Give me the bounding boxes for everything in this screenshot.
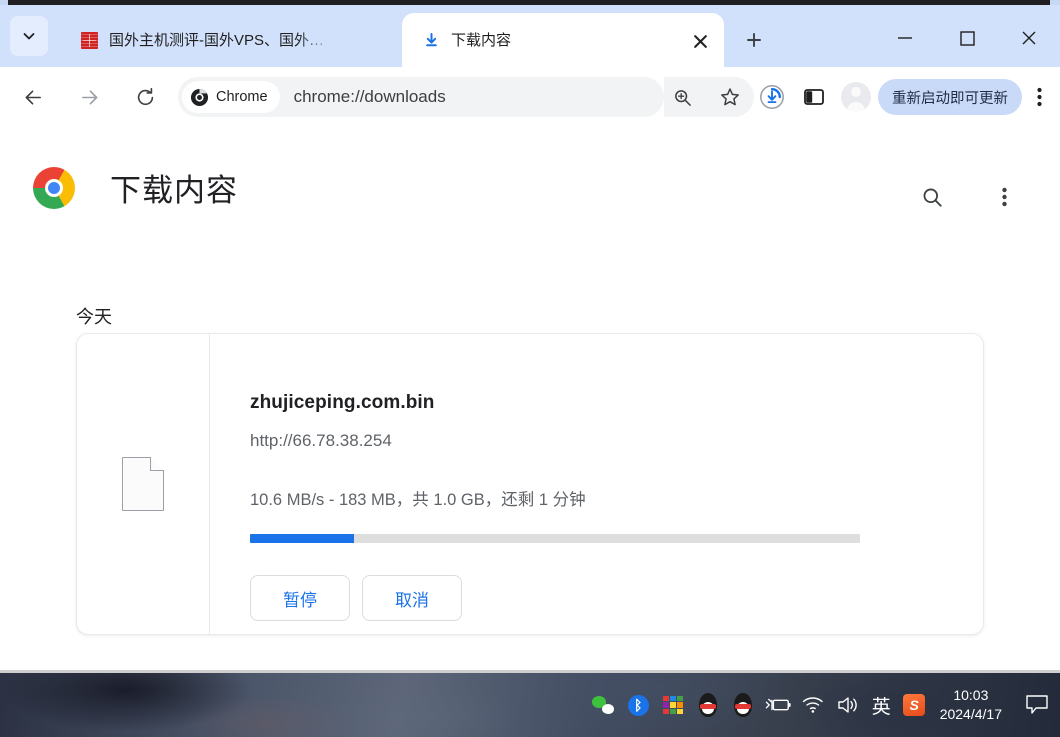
tab-title: 下载内容 xyxy=(451,31,512,49)
three-dot-menu-icon xyxy=(1036,87,1042,107)
cancel-button[interactable]: 取消 xyxy=(362,575,462,621)
search-downloads-button[interactable] xyxy=(910,175,954,219)
download-details: zhujiceping.com.bin http://66.78.38.254 … xyxy=(210,334,983,634)
system-tray: ᛒ 英 S 10:03 2024/4/17 xyxy=(586,673,1060,737)
three-dot-menu-icon xyxy=(1001,187,1007,207)
zoom-in-icon xyxy=(674,89,691,106)
download-actions: 暂停 取消 xyxy=(250,575,983,621)
bluetooth-icon[interactable]: ᛒ xyxy=(621,673,656,737)
reload-icon xyxy=(137,87,153,105)
star-icon xyxy=(721,88,739,106)
download-file-icon-column xyxy=(77,334,210,634)
qq-icon[interactable] xyxy=(691,673,726,737)
chrome-chip[interactable]: Chrome xyxy=(182,81,280,113)
omnibox-actions xyxy=(664,77,754,117)
taskbar-clock[interactable]: 10:03 2024/4/17 xyxy=(932,686,1014,724)
url-text: chrome://downloads xyxy=(293,87,446,106)
battery-icon[interactable] xyxy=(761,673,796,737)
side-panel-button[interactable] xyxy=(794,77,834,117)
maximize-button[interactable] xyxy=(936,10,998,66)
downloads-button[interactable] xyxy=(752,77,792,117)
address-bar[interactable]: Chrome chrome://downloads xyxy=(178,77,664,117)
page-title: 下载内容 xyxy=(110,173,238,208)
download-source-url[interactable]: http://66.78.38.254 xyxy=(250,431,983,451)
plus-icon xyxy=(747,33,761,47)
date-group-label: 今天 xyxy=(76,307,112,327)
download-file-name: zhujiceping.com.bin xyxy=(250,392,435,413)
back-button[interactable] xyxy=(13,77,53,117)
toolbar-right-actions: 重新启动即可更新 xyxy=(752,73,1054,121)
download-status-text: 10.6 MB/s - 183 MB，共 1.0 GB，还剩 1 分钟 xyxy=(250,491,586,509)
downloads-tray-icon xyxy=(760,85,784,109)
color-grid-icon[interactable] xyxy=(656,673,691,737)
chrome-icon xyxy=(190,88,209,106)
tab-search-button[interactable] xyxy=(10,16,48,56)
volume-icon xyxy=(838,697,857,713)
tab-strip: 国外主机测评-国外VPS、国外… 下载内容 xyxy=(0,5,1060,67)
downloads-page: 下载内容 今天 zhujiceping.com zhujiceping.com. xyxy=(0,127,1060,670)
tab-title: 国外主机测评-国外VPS、国外… xyxy=(109,31,325,49)
wifi-icon[interactable] xyxy=(796,673,831,737)
download-progress-fill xyxy=(250,534,354,543)
update-button[interactable]: 重新启动即可更新 xyxy=(878,79,1022,115)
close-window-button[interactable] xyxy=(998,10,1060,66)
battery-charging-icon xyxy=(765,698,791,711)
windows-taskbar: ᛒ 英 S 10:03 2024/4/17 xyxy=(0,670,1060,737)
zoom-button[interactable] xyxy=(664,79,700,115)
generic-file-icon xyxy=(122,457,164,511)
profile-button[interactable] xyxy=(836,77,876,117)
pause-button[interactable]: 暂停 xyxy=(250,575,350,621)
forward-arrow-icon xyxy=(81,89,97,105)
search-icon xyxy=(923,188,942,207)
volume-icon[interactable] xyxy=(831,673,866,737)
new-tab-button[interactable] xyxy=(737,23,771,57)
bookmark-button[interactable] xyxy=(712,79,748,115)
chrome-logo xyxy=(33,167,75,209)
wifi-icon xyxy=(802,697,823,713)
clock-time: 10:03 xyxy=(953,687,989,703)
tab-close-button[interactable] xyxy=(687,28,713,54)
site-favicon xyxy=(80,32,98,50)
download-progress-bar xyxy=(250,534,860,543)
minimize-button[interactable] xyxy=(874,10,936,66)
downloads-header: 下载内容 xyxy=(0,153,1060,225)
profile-avatar xyxy=(841,82,871,112)
chrome-chip-label: Chrome xyxy=(216,89,268,105)
tab-site[interactable]: 国外主机测评-国外VPS、国外… xyxy=(62,14,431,67)
close-icon xyxy=(693,34,707,48)
side-panel-icon xyxy=(804,89,824,105)
tab-downloads[interactable]: 下载内容 xyxy=(402,14,724,67)
minimize-icon xyxy=(898,37,912,39)
ime-indicator[interactable]: 英 xyxy=(866,692,897,719)
back-arrow-icon xyxy=(25,89,41,105)
window-controls xyxy=(874,10,1060,66)
downloads-menu-button[interactable] xyxy=(982,175,1026,219)
forward-button[interactable] xyxy=(69,77,109,117)
wechat-icon[interactable] xyxy=(586,673,621,737)
clock-date: 2024/4/17 xyxy=(939,706,1002,722)
sogou-input-icon[interactable]: S xyxy=(897,673,932,737)
download-item-card[interactable]: zhujiceping.com.bin http://66.78.38.254 … xyxy=(76,333,984,635)
close-icon xyxy=(1022,31,1036,45)
qq-icon[interactable] xyxy=(726,673,761,737)
browser-menu-button[interactable] xyxy=(1024,77,1054,117)
notification-button[interactable] xyxy=(1014,673,1060,737)
download-icon xyxy=(422,32,440,50)
reload-button[interactable] xyxy=(125,77,165,117)
notification-icon xyxy=(1026,695,1048,714)
maximize-icon xyxy=(959,30,975,46)
chevron-down-icon xyxy=(23,33,35,40)
